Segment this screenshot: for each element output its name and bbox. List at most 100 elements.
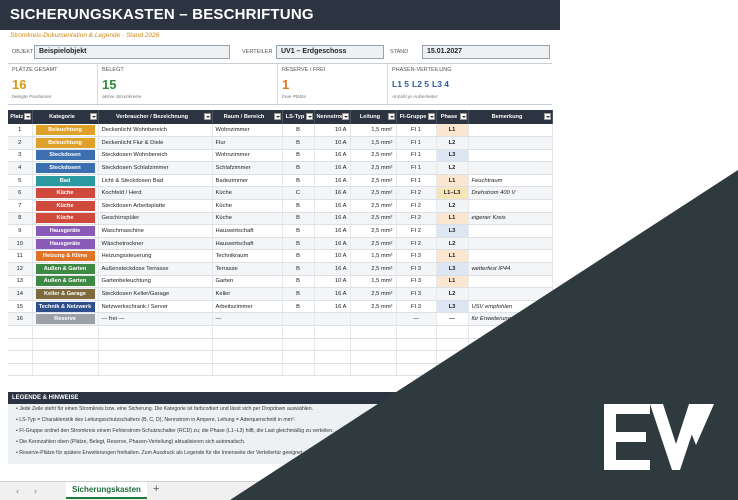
filter-dropdown-icon[interactable] [23, 113, 31, 120]
filter-dropdown-icon[interactable] [341, 113, 349, 120]
empty-cell[interactable] [468, 350, 553, 364]
cell-kategorie[interactable]: Beleuchtung [32, 124, 99, 138]
cell-kategorie[interactable]: Technik & Netzwerk [32, 300, 99, 314]
empty-cell[interactable] [436, 338, 469, 352]
cell-leitung[interactable]: 2,5 mm² [350, 287, 397, 301]
cell-phase[interactable]: L1 [436, 174, 469, 188]
cell-bemerkung[interactable] [468, 249, 553, 264]
empty-cell[interactable] [98, 338, 213, 352]
empty-cell[interactable] [212, 350, 283, 364]
empty-cell[interactable] [314, 363, 351, 377]
cell-raum[interactable]: Hauswirtschaft [212, 237, 283, 251]
cell-ls-typ[interactable]: B [282, 224, 315, 238]
cell-bemerkung[interactable] [468, 287, 553, 301]
empty-cell[interactable] [282, 363, 315, 377]
table-row[interactable]: 1 Beleuchtung Deckenlicht Wohnbereich Wohnz… [8, 124, 553, 138]
cell-verbraucher[interactable]: Außensteckdose Terrasse [98, 262, 213, 276]
cell-kategorie[interactable]: Heizung & Klima [32, 249, 99, 264]
cell-verbraucher[interactable]: Geschirrspüler [98, 212, 213, 226]
col-header-platz[interactable]: Platz [8, 110, 33, 124]
table-row[interactable]: 16 Reserve — frei — — — — für Erweiterung [8, 312, 553, 326]
stand-field[interactable]: 15.01.2027 [422, 45, 550, 59]
cell-fi-gruppe[interactable]: FI 1 [396, 161, 437, 175]
prev-sheet-icon[interactable]: ‹ [16, 486, 19, 496]
cell-bemerkung[interactable] [468, 224, 553, 238]
cell-phase[interactable]: L1 [436, 124, 469, 138]
cell-fi-gruppe[interactable]: FI 1 [396, 149, 437, 163]
cell-fi-gruppe[interactable]: — [396, 312, 437, 326]
cell-bemerkung[interactable]: wetterfest IP44 [468, 262, 553, 276]
cell-fi-gruppe[interactable]: FI 3 [396, 300, 437, 314]
filter-dropdown-icon[interactable] [89, 113, 97, 120]
cell-leitung[interactable]: 2,5 mm² [350, 300, 397, 314]
cell-leitung[interactable]: 1,5 mm² [350, 275, 397, 289]
cell-platz[interactable]: 15 [8, 300, 33, 314]
col-header-leitung[interactable]: Leitung [350, 110, 397, 124]
cell-phase[interactable]: L1 [436, 275, 469, 289]
cell-phase[interactable]: L2 [436, 287, 469, 301]
table-row[interactable]: 7 Küche Steckdosen Arbeitsplatte Küche B 16 A… [8, 199, 553, 213]
cell-ls-typ[interactable]: B [282, 275, 315, 289]
table-row[interactable]: 3 Steckdosen Steckdosen Wohnbereich Wohnzim… [8, 149, 553, 163]
cell-nennstrom[interactable]: 16 A [314, 237, 351, 251]
cell-platz[interactable]: 1 [8, 124, 33, 138]
empty-cell[interactable] [32, 350, 99, 364]
table-row[interactable]: 2 Beleuchtung Deckenlicht Flur & Diele Flur… [8, 136, 553, 150]
cell-raum[interactable]: Küche [212, 199, 283, 213]
cell-kategorie[interactable]: Küche [32, 212, 99, 226]
cell-verbraucher[interactable]: Licht & Steckdosen Bad [98, 174, 213, 188]
cell-ls-typ[interactable]: B [282, 300, 315, 314]
empty-cell[interactable] [350, 325, 397, 339]
col-header-fi-gruppe[interactable]: FI-Gruppe [396, 110, 437, 124]
empty-cell[interactable] [8, 338, 33, 352]
cell-leitung[interactable]: 1,5 mm² [350, 136, 397, 150]
cell-verbraucher[interactable]: Netzwerkschrank / Server [98, 300, 213, 314]
cell-verbraucher[interactable]: Heizungssteuerung [98, 249, 213, 264]
cell-phase[interactable]: L3 [436, 224, 469, 238]
cell-leitung[interactable]: 2,5 mm² [350, 224, 397, 238]
empty-cell[interactable] [212, 338, 283, 352]
cell-verbraucher[interactable]: Gartenbeleuchtung [98, 275, 213, 289]
cell-kategorie[interactable]: Küche [32, 186, 99, 201]
sheet-tab-sicherungskasten[interactable]: Sicherungskasten [66, 482, 147, 499]
cell-platz[interactable]: 10 [8, 237, 33, 251]
table-row[interactable]: 12 Außen & Garten Außensteckdose Terrasse T… [8, 262, 553, 276]
cell-nennstrom[interactable]: 16 A [314, 287, 351, 301]
cell-bemerkung[interactable]: Drehstrom 400 V [468, 186, 553, 201]
cell-nennstrom[interactable]: 10 A [314, 124, 351, 138]
cell-phase[interactable]: L2 [436, 136, 469, 150]
filter-dropdown-icon[interactable] [459, 113, 467, 120]
cell-kategorie[interactable]: Außen & Garten [32, 275, 99, 289]
cell-phase[interactable]: L1–L3 [436, 186, 469, 201]
empty-row[interactable] [8, 338, 553, 352]
empty-row[interactable] [8, 350, 553, 364]
cell-platz[interactable]: 16 [8, 312, 33, 326]
cell-phase[interactable]: L3 [436, 300, 469, 314]
cell-verbraucher[interactable]: Deckenlicht Wohnbereich [98, 124, 213, 138]
cell-raum[interactable]: Küche [212, 212, 283, 226]
cell-fi-gruppe[interactable]: FI 2 [396, 237, 437, 251]
cell-platz[interactable]: 3 [8, 149, 33, 163]
cell-fi-gruppe[interactable]: FI 1 [396, 174, 437, 188]
cell-platz[interactable]: 5 [8, 174, 33, 188]
cell-fi-gruppe[interactable]: FI 2 [396, 212, 437, 226]
cell-bemerkung[interactable] [468, 136, 553, 150]
cell-platz[interactable]: 8 [8, 212, 33, 226]
cell-leitung[interactable]: 2,5 mm² [350, 161, 397, 175]
cell-ls-typ[interactable]: B [282, 149, 315, 163]
cell-platz[interactable]: 9 [8, 224, 33, 238]
cell-nennstrom[interactable]: 16 A [314, 161, 351, 175]
empty-cell[interactable] [436, 350, 469, 364]
table-row[interactable]: 6 Küche Kochfeld / Herd Küche C 16 A 2,5 mm² FI… [8, 186, 553, 201]
empty-cell[interactable] [98, 350, 213, 364]
filter-dropdown-icon[interactable] [543, 113, 551, 120]
cell-fi-gruppe[interactable]: FI 1 [396, 136, 437, 150]
cell-ls-typ[interactable]: B [282, 136, 315, 150]
cell-verbraucher[interactable]: Steckdosen Keller/Garage [98, 287, 213, 301]
empty-cell[interactable] [436, 363, 469, 377]
cell-phase[interactable]: L2 [436, 199, 469, 213]
empty-cell[interactable] [396, 325, 437, 339]
cell-nennstrom[interactable]: 16 A [314, 224, 351, 238]
cell-kategorie[interactable]: Steckdosen [32, 161, 99, 175]
cell-platz[interactable]: 12 [8, 262, 33, 276]
